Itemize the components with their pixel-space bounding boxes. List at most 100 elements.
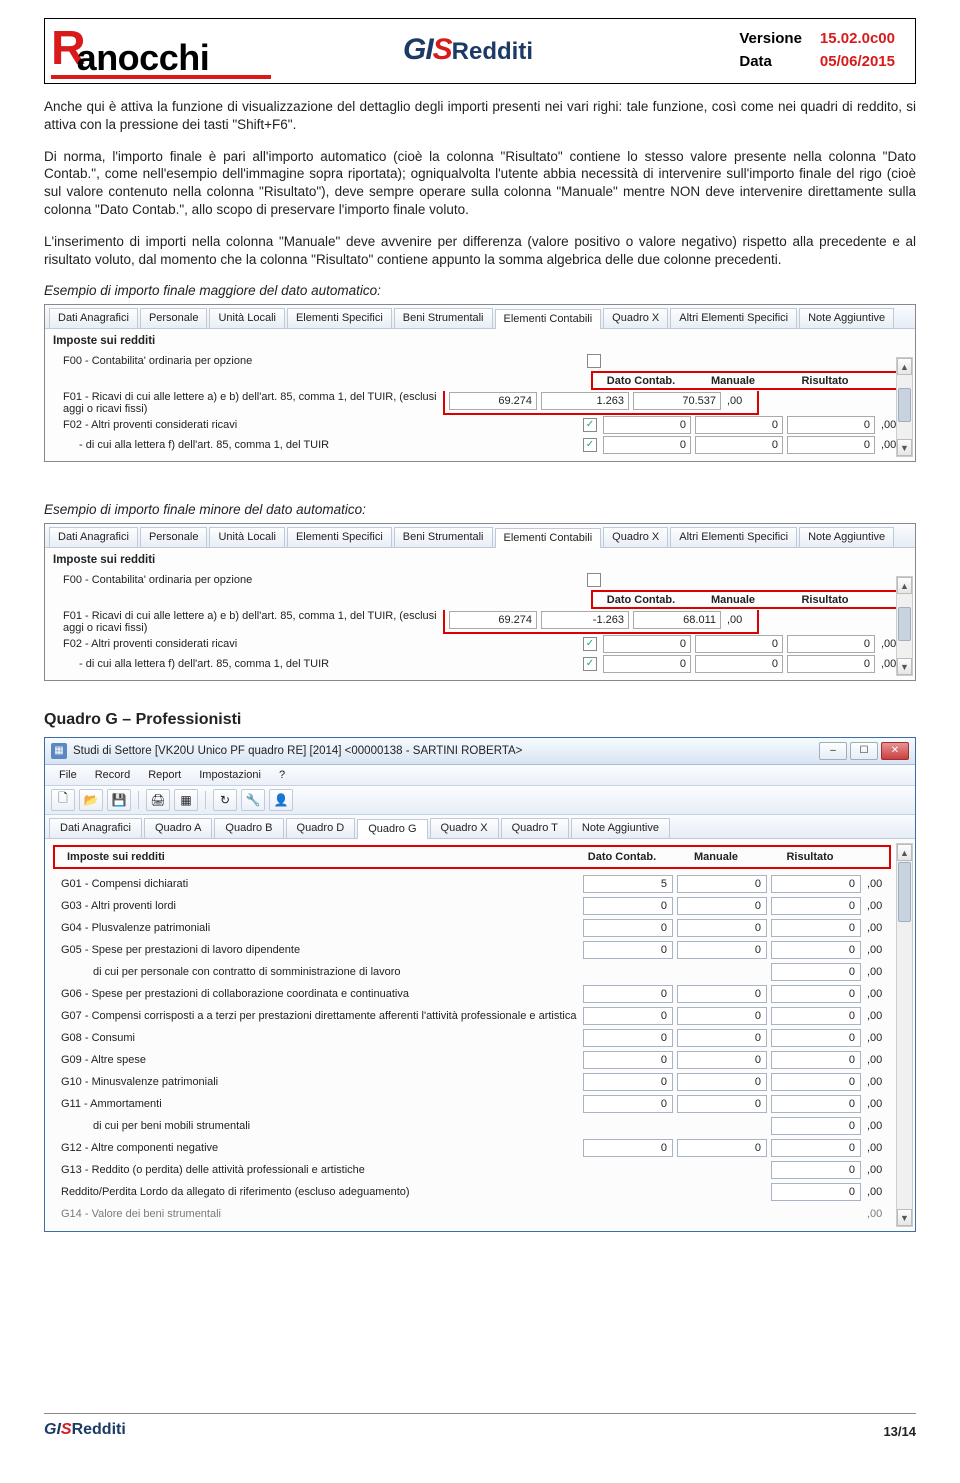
f02-dato[interactable]: 0 [603,416,691,434]
f02-manuale[interactable]: 0 [695,635,783,653]
tab-unita-locali[interactable]: Unità Locali [209,308,284,328]
tab-personale[interactable]: Personale [140,308,208,328]
checkbox-f00[interactable] [587,573,601,587]
tab-quadro-d[interactable]: Quadro D [286,818,356,838]
minimize-button[interactable]: – [819,742,847,760]
menu-record[interactable]: Record [87,767,138,783]
tab-quadro-x[interactable]: Quadro X [603,527,668,547]
cell-manuale[interactable]: 0 [677,897,767,915]
cell-dato[interactable]: 0 [583,1139,673,1157]
toolbar-grid-icon[interactable]: ▦ [174,789,198,811]
tab-note-aggiuntive[interactable]: Note Aggiuntive [571,818,670,838]
cell-dato[interactable]: 0 [583,897,673,915]
tab-quadro-x[interactable]: Quadro X [603,308,668,328]
tab-altri-elementi[interactable]: Altri Elementi Specifici [670,527,797,547]
checkbox-f02[interactable]: ✓ [583,418,597,432]
cell-manuale[interactable]: 0 [677,919,767,937]
toolbar: 🗋 📂 💾 🖨 ▦ ↻ 🔧 👤 [45,786,915,815]
f02b-manuale[interactable]: 0 [695,655,783,673]
f02b-dato[interactable]: 0 [603,436,691,454]
tab-quadro-t[interactable]: Quadro T [501,818,569,838]
close-button[interactable]: ✕ [881,742,909,760]
cell-manuale[interactable]: 0 [677,1095,767,1113]
tab-elementi-specifici[interactable]: Elementi Specifici [287,527,392,547]
cell-manuale[interactable]: 0 [677,1007,767,1025]
cell-manuale[interactable]: 0 [677,985,767,1003]
checkbox-f02b[interactable]: ✓ [583,438,597,452]
cell-dato[interactable]: 0 [583,985,673,1003]
scroll-down-icon[interactable]: ▼ [897,439,912,456]
tab-quadro-x[interactable]: Quadro X [430,818,499,838]
scrollbar-vertical[interactable]: ▲ ▼ [896,843,913,1227]
scroll-thumb[interactable] [898,388,911,422]
scroll-up-icon[interactable]: ▲ [897,358,912,375]
cell-dato[interactable]: 0 [583,1073,673,1091]
toolbar-print-icon[interactable]: 🖨 [146,789,170,811]
tab-beni-strumentali[interactable]: Beni Strumentali [394,527,493,547]
tab-dati-anagrafici[interactable]: Dati Anagrafici [49,308,138,328]
toolbar-refresh-icon[interactable]: ↻ [213,789,237,811]
tab-elementi-specifici[interactable]: Elementi Specifici [287,308,392,328]
col-risultato: Risultato [781,594,869,606]
menu-impostazioni[interactable]: Impostazioni [191,767,269,783]
scroll-up-icon[interactable]: ▲ [897,577,912,594]
checkbox-f00[interactable] [587,354,601,368]
f01-manuale[interactable]: -1.263 [541,611,629,629]
checkbox-f02b[interactable]: ✓ [583,657,597,671]
scroll-thumb[interactable] [898,862,911,922]
checkbox-f02[interactable]: ✓ [583,637,597,651]
cell-dato[interactable]: 0 [583,919,673,937]
maximize-button[interactable]: ☐ [850,742,878,760]
cell-dato[interactable]: 0 [583,1007,673,1025]
cell-dato[interactable]: 0 [583,1051,673,1069]
tab-personale[interactable]: Personale [140,527,208,547]
scroll-down-icon[interactable]: ▼ [897,1209,912,1226]
window-titlebar[interactable]: ▦ Studi di Settore [VK20U Unico PF quadr… [45,738,915,765]
scrollbar-vertical[interactable]: ▲ ▼ [896,576,913,676]
cell-dato[interactable]: 0 [583,1029,673,1047]
tab-quadro-g[interactable]: Quadro G [357,819,427,839]
f01-dato[interactable]: 69.274 [449,611,537,629]
cell-dato[interactable]: 5 [583,875,673,893]
f02-dato[interactable]: 0 [603,635,691,653]
tab-altri-elementi[interactable]: Altri Elementi Specifici [670,308,797,328]
menu-file[interactable]: File [51,767,85,783]
f01-dato[interactable]: 69.274 [449,392,537,410]
menu-report[interactable]: Report [140,767,189,783]
menu-help[interactable]: ? [271,767,293,783]
cell-manuale[interactable]: 0 [677,1029,767,1047]
tab-quadro-b[interactable]: Quadro B [214,818,283,838]
cell-manuale[interactable]: 0 [677,1139,767,1157]
f02b-manuale[interactable]: 0 [695,436,783,454]
cell-dato[interactable]: 0 [583,941,673,959]
gis-s: S [433,33,452,66]
scroll-up-icon[interactable]: ▲ [897,844,912,861]
paragraph-diff: L'inserimento di importi nella colonna "… [44,233,916,269]
toolbar-save-icon[interactable]: 💾 [107,789,131,811]
toolbar-new-icon[interactable]: 🗋 [51,789,75,811]
scroll-thumb[interactable] [898,607,911,641]
tab-dati-anagrafici[interactable]: Dati Anagrafici [49,527,138,547]
tab-unita-locali[interactable]: Unità Locali [209,527,284,547]
tab-elementi-contabili[interactable]: Elementi Contabili [495,528,602,548]
f02b-dato[interactable]: 0 [603,655,691,673]
cell-manuale[interactable]: 0 [677,941,767,959]
toolbar-tool-icon[interactable]: 🔧 [241,789,265,811]
toolbar-user-icon[interactable]: 👤 [269,789,293,811]
cell-dato[interactable]: 0 [583,1095,673,1113]
tab-note-aggiuntive[interactable]: Note Aggiuntive [799,308,894,328]
cell-manuale[interactable]: 0 [677,1051,767,1069]
cell-manuale[interactable]: 0 [677,875,767,893]
tab-beni-strumentali[interactable]: Beni Strumentali [394,308,493,328]
f01-manuale[interactable]: 1.263 [541,392,629,410]
tab-quadro-a[interactable]: Quadro A [144,818,212,838]
f02-manuale[interactable]: 0 [695,416,783,434]
tab-note-aggiuntive[interactable]: Note Aggiuntive [799,527,894,547]
cell-manuale[interactable]: 0 [677,1073,767,1091]
cell-risultato: 0 [771,897,861,915]
scroll-down-icon[interactable]: ▼ [897,658,912,675]
scrollbar-vertical[interactable]: ▲ ▼ [896,357,913,457]
toolbar-open-icon[interactable]: 📂 [79,789,103,811]
tab-dati-anagrafici[interactable]: Dati Anagrafici [49,818,142,838]
tab-elementi-contabili[interactable]: Elementi Contabili [495,309,602,329]
